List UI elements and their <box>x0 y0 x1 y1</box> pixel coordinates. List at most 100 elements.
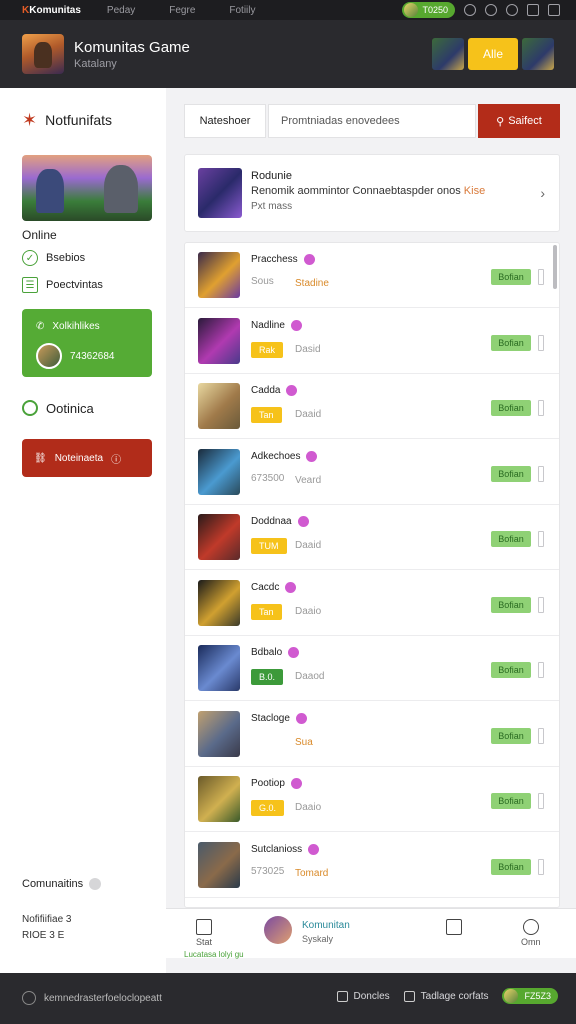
nav-search-label: Omn <box>521 937 541 947</box>
follow-button[interactable]: Bofian <box>491 269 531 285</box>
coin-balance[interactable]: T0250 <box>402 2 455 18</box>
game-thumbnail <box>198 252 240 298</box>
follow-button[interactable]: Bofian <box>491 465 531 482</box>
avatar[interactable] <box>264 916 292 944</box>
circle-icon <box>22 400 38 416</box>
brand-logo[interactable]: KKomunitas <box>22 5 81 16</box>
list-item[interactable]: Cacdc Tan Daaio Bofian <box>185 571 559 636</box>
verified-icon <box>288 647 300 658</box>
chevron-right-icon[interactable]: › <box>540 185 545 201</box>
game-thumbnail <box>198 776 240 822</box>
game-subtitle: Katalany <box>74 57 117 70</box>
follow-button[interactable]: Bofian <box>491 662 531 678</box>
header-thumb-left[interactable] <box>432 38 464 70</box>
plus-box-icon <box>446 919 462 935</box>
nav-search[interactable]: Omn <box>521 919 541 947</box>
header-thumb-right[interactable] <box>522 38 554 70</box>
list-item[interactable]: Stacloge Sua Bofian <box>185 702 559 767</box>
home-icon <box>196 919 212 935</box>
footer-right2-label: Tadlage corfats <box>420 990 489 1002</box>
notification-icon[interactable] <box>506 4 518 16</box>
more-icon[interactable] <box>538 596 544 613</box>
globe-icon[interactable] <box>464 4 476 16</box>
more-icon[interactable] <box>538 531 544 547</box>
sidebar-footer-line: Nofifiifiae 3 <box>22 914 72 925</box>
green-status-card[interactable]: ✆ Xolkihlikes 74362684 <box>22 309 152 377</box>
more-icon[interactable] <box>538 858 544 875</box>
verified-icon <box>286 385 298 396</box>
nav-home[interactable]: Stat <box>196 919 212 947</box>
status-badge: Tan <box>251 407 282 423</box>
more-icon[interactable] <box>538 334 544 351</box>
follow-button[interactable]: Bofian <box>491 334 531 351</box>
featured-thumbnail <box>198 168 242 218</box>
follow-button[interactable]: Bofian <box>491 793 531 809</box>
settings-icon[interactable] <box>485 4 497 16</box>
follow-button[interactable]: Bofian <box>491 531 531 547</box>
sidebar-item-bsebios[interactable]: ✓ Bsebios <box>22 250 85 266</box>
footer-tadlage[interactable]: Tadlage corfats <box>403 990 489 1002</box>
game-name-text: Sutclanioss <box>251 843 303 855</box>
phone-icon: ✆ <box>36 321 45 332</box>
share-icon[interactable] <box>527 4 539 16</box>
community-section[interactable]: Comunaitins <box>22 878 102 890</box>
sidebar-banner-image[interactable] <box>22 155 152 221</box>
game-thumbnail <box>198 710 240 757</box>
sidebar: ✶ Notfunifats Online ✓ Bsebios ☰ Poectvinta… <box>0 88 166 973</box>
more-icon[interactable] <box>538 662 544 678</box>
tab-nateshoer[interactable]: Nateshoer <box>184 104 266 138</box>
top-nav-item[interactable]: Fegre <box>169 5 195 16</box>
more-icon[interactable] <box>538 793 544 809</box>
red-action-button[interactable]: ⛓ Noteinaeta ⓘ <box>22 439 152 477</box>
follow-button[interactable]: Bofian <box>491 727 531 744</box>
game-title: Komunitas Game <box>74 38 190 56</box>
game-name-text: Cacdc <box>251 581 280 593</box>
follow-button[interactable]: Bofian <box>491 596 531 613</box>
verified-icon <box>295 712 307 724</box>
list-item[interactable]: Nadline Rak Dasid Bofian <box>185 309 559 374</box>
game-name: Cadda <box>251 385 298 396</box>
sidebar-footer: Nofifiifiae 3 RIOE 3 E <box>22 912 71 944</box>
game-thumbnail <box>198 645 240 691</box>
more-icon[interactable] <box>538 400 544 416</box>
sidebar-option[interactable]: Ootinica <box>22 400 94 416</box>
list-item[interactable]: Bdbalo B.0. Daaod Bofian <box>185 636 559 701</box>
more-icon[interactable] <box>538 269 544 285</box>
list-item[interactable]: Pootiop G.0. Daaio Bofian <box>185 767 559 832</box>
star-icon: ✶ <box>22 110 38 130</box>
at-icon <box>22 991 36 1005</box>
game-sub-secondary: Stadine <box>295 278 329 289</box>
nav-add[interactable] <box>446 919 462 937</box>
footer-coin-balance[interactable]: FZ5Z3 <box>502 988 558 1004</box>
list-item[interactable]: Pracchess Sous Stadine Bofian <box>185 243 559 308</box>
list-item[interactable]: Cadda Tan Daaid Bofian <box>185 374 559 439</box>
sidebar-item-poectvintas[interactable]: ☰ Poectvintas <box>22 277 103 293</box>
top-nav-item[interactable]: Fotiily <box>229 5 255 16</box>
verified-icon <box>285 581 297 593</box>
footer-doncles[interactable]: Doncles <box>336 990 390 1002</box>
green-link[interactable]: Lucatasa lolyi gu <box>184 950 244 959</box>
follow-button[interactable]: Bofian <box>491 400 531 416</box>
more-icon[interactable] <box>538 465 544 482</box>
alle-button[interactable]: Alle <box>468 38 518 70</box>
footer-right1-label: Doncles <box>353 990 390 1002</box>
red-button-label: Noteinaeta <box>54 452 104 464</box>
nav-profile[interactable]: Komunitan Syskaly <box>302 920 350 944</box>
game-sub-secondary: Sua <box>295 736 313 748</box>
more-icon[interactable] <box>538 727 544 744</box>
search-input[interactable] <box>268 104 476 138</box>
game-name: Pootiop <box>251 778 302 789</box>
featured-description: Renomik aommintor Connaebtaspder onos Ki… <box>251 185 485 197</box>
menu-icon[interactable] <box>548 4 560 16</box>
list-item[interactable]: Sutclanioss 573025 Tomard Bofian <box>185 833 559 898</box>
search-icon <box>522 919 539 935</box>
list-item[interactable]: Adkechoes 673500 Veard Bofian <box>185 440 559 505</box>
footer-left-text[interactable]: kemnedrasterfoeloclopeatt <box>44 993 162 1004</box>
verified-icon <box>290 778 302 789</box>
top-nav-item[interactable]: Peday <box>107 5 135 16</box>
featured-card[interactable]: Rodunie Renomik aommintor Connaebtaspder… <box>184 154 560 232</box>
follow-button[interactable]: Bofian <box>491 858 531 875</box>
select-button[interactable]: ⚲ Saifect <box>478 104 560 138</box>
list-item[interactable]: Doddnaa TUM Daaid Bofian <box>185 505 559 570</box>
game-name-text: Pracchess <box>251 254 298 265</box>
